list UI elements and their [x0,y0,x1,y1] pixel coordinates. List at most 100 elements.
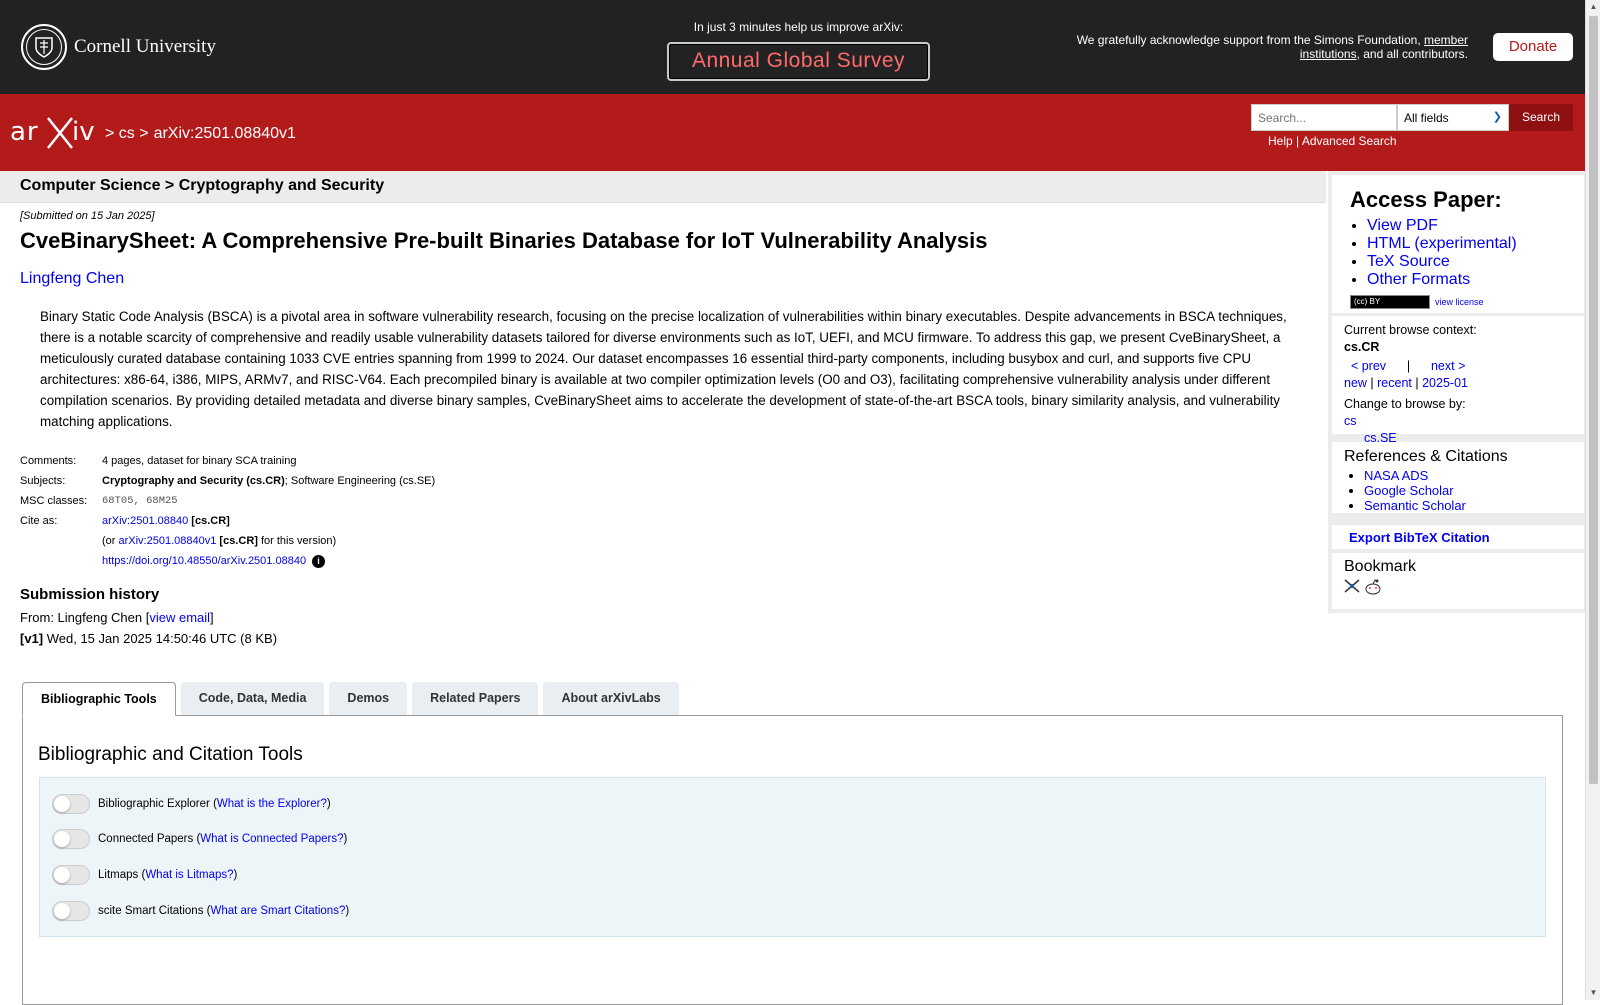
from-text: From: Lingfeng Chen [ [20,610,150,625]
recent-link[interactable]: recent [1377,376,1412,390]
search-input[interactable] [1251,104,1397,131]
breadcrumb-cs[interactable]: > cs > [105,125,149,142]
browse-context-box: Current browse context: cs.CR < prev | n… [1332,316,1584,445]
tool-help-link[interactable]: What is Connected Papers? [200,833,343,845]
svg-text:ar: ar [10,117,39,147]
subjects-label: Subjects: [20,475,66,487]
toggle-switch[interactable] [52,829,90,849]
tool-help-link[interactable]: What is Litmaps? [145,869,233,881]
google-scholar-link[interactable]: Google Scholar [1364,483,1454,498]
tab-demos[interactable]: Demos [329,682,408,715]
tab-panel: Bibliographic and Citation Tools Bibliog… [22,715,1563,1005]
toggle-switch[interactable] [52,865,90,885]
tool-connected-papers: Connected Papers (What is Connected Pape… [52,829,347,849]
other-subjects: ; Software Engineering (cs.SE) [284,475,436,487]
cite-version-category: [cs.CR] [216,535,258,547]
sidebar: Access Paper: View PDF HTML (experimenta… [1328,171,1585,613]
browse-cs-link[interactable]: cs [1344,414,1357,428]
arxiv-logo-icon[interactable]: ar iv [10,112,102,152]
primary-subject: Cryptography and Security (cs.CR) [102,475,285,487]
view-pdf-link[interactable]: View PDF [1367,217,1438,234]
cornell-name: Cornell University [74,36,216,57]
tab-code-data-media[interactable]: Code, Data, Media [180,682,325,715]
month-link[interactable]: 2025-01 [1422,376,1468,390]
survey-button[interactable]: Annual Global Survey [667,42,930,81]
other-formats-link[interactable]: Other Formats [1367,271,1470,288]
view-license-link[interactable]: view license [1435,297,1484,307]
metadata-table: Comments: 4 pages, dataset for binary SCA… [20,455,435,575]
tab-bar: Bibliographic Tools Code, Data, Media De… [22,682,684,716]
page-scrollbar[interactable]: ▲ ▼ [1585,0,1600,1000]
tool-scite: scite Smart Citations (What are Smart Ci… [52,901,349,921]
arxiv-header: ar iv > cs >arXiv:2501.08840v1 All field… [0,94,1585,171]
survey-block: In just 3 minutes help us improve arXiv:… [667,20,930,81]
browse-context-value: cs.CR [1344,340,1380,354]
paper-title: CveBinarySheet: A Comprehensive Pre-buil… [20,228,988,253]
info-icon[interactable]: i [312,555,326,568]
bookmark-box: Bookmark [1332,553,1584,609]
help-link[interactable]: Help [1268,134,1293,148]
new-link[interactable]: new [1344,376,1367,390]
doi-link[interactable]: https://doi.org/10.48550/arXiv.2501.0884… [102,555,306,567]
tab-bibliographic-tools[interactable]: Bibliographic Tools [22,682,176,716]
category-header: Computer Science > Cryptography and Secu… [0,171,1326,203]
author-link[interactable]: Lingfeng Chen [20,270,124,288]
field-select-value: All fields [1404,111,1449,125]
donate-button[interactable]: Donate [1493,33,1573,61]
tools-box: Bibliographic Explorer (What is the Expl… [39,777,1546,937]
search-button[interactable]: Search [1509,104,1573,131]
nav-separator: | [1406,359,1411,373]
tab-related-papers[interactable]: Related Papers [412,682,539,715]
ack-text: We gratefully acknowledge support from t… [1076,33,1424,47]
prev-link[interactable]: < prev [1351,359,1386,373]
cite-link[interactable]: arXiv:2501.08840 [102,515,188,527]
bibtex-box: Export BibTeX Citation [1332,525,1584,549]
cite-version-pre: (or [102,535,119,547]
survey-prompt: In just 3 minutes help us improve arXiv: [693,20,904,34]
html-link[interactable]: HTML (experimental) [1367,235,1517,252]
semantic-scholar-link[interactable]: Semantic Scholar [1364,498,1466,513]
tex-source-link[interactable]: TeX Source [1367,253,1450,270]
toggle-switch[interactable] [52,901,90,921]
panel-title: Bibliographic and Citation Tools [38,744,303,765]
cornell-banner: Cornell University In just 3 minutes hel… [0,0,1585,94]
scroll-up-icon[interactable]: ▲ [1586,0,1600,14]
references-title: References & Citations [1344,448,1508,465]
comments-label: Comments: [20,455,77,467]
tool-label: Bibliographic Explorer [98,798,210,810]
submission-date: [Submitted on 15 Jan 2025] [20,210,155,222]
next-link[interactable]: next > [1431,359,1465,373]
cc-license-icon[interactable]: (cc) BY [1350,295,1430,309]
version-label[interactable]: [v1] [20,631,43,646]
submission-history-title: Submission history [20,586,160,603]
tool-litmaps: Litmaps (What is Litmaps?) [52,865,237,885]
references-box: References & Citations NASA ADS Google S… [1332,442,1584,513]
cite-version-post: for this version) [257,535,337,547]
export-bibtex-link[interactable]: Export BibTeX Citation [1332,525,1584,550]
advanced-search-link[interactable]: Advanced Search [1302,134,1397,148]
abstract: Binary Static Code Analysis (BSCA) is a … [40,309,1287,429]
access-paper-box: Access Paper: View PDF HTML (experimenta… [1332,175,1584,313]
tab-about-arxivlabs[interactable]: About arXivLabs [543,682,679,715]
msc-value: 68T05, 68M25 [102,495,178,507]
field-select[interactable]: All fields ❯ [1397,104,1509,131]
scrollbar-thumb[interactable] [1589,16,1598,784]
view-email-link[interactable]: view email [149,610,210,625]
reddit-icon[interactable] [1364,579,1382,600]
search-links: Help | Advanced Search [1268,134,1397,148]
scroll-down-icon[interactable]: ▼ [1586,986,1600,1000]
bibsonomy-icon[interactable] [1344,579,1360,600]
nasa-ads-link[interactable]: NASA ADS [1364,468,1428,483]
cite-version-link[interactable]: arXiv:2501.08840v1 [119,535,217,547]
search-form: All fields ❯ Search [1251,104,1573,131]
breadcrumb: > cs > arXiv:2501.08840v1 [105,125,301,143]
comments-value: 4 pages, dataset for binary SCA training [102,455,297,467]
cornell-logo[interactable]: Cornell University [21,24,216,70]
tool-help-link[interactable]: What is the Explorer? [217,798,327,810]
chevron-down-icon: ❯ [1492,111,1502,123]
svg-text:iv: iv [72,117,95,147]
tool-label: Litmaps [98,869,139,881]
tool-help-link[interactable]: What are Smart Citations? [210,905,345,917]
toggle-switch[interactable] [52,794,90,814]
cornell-seal-icon [21,24,67,70]
